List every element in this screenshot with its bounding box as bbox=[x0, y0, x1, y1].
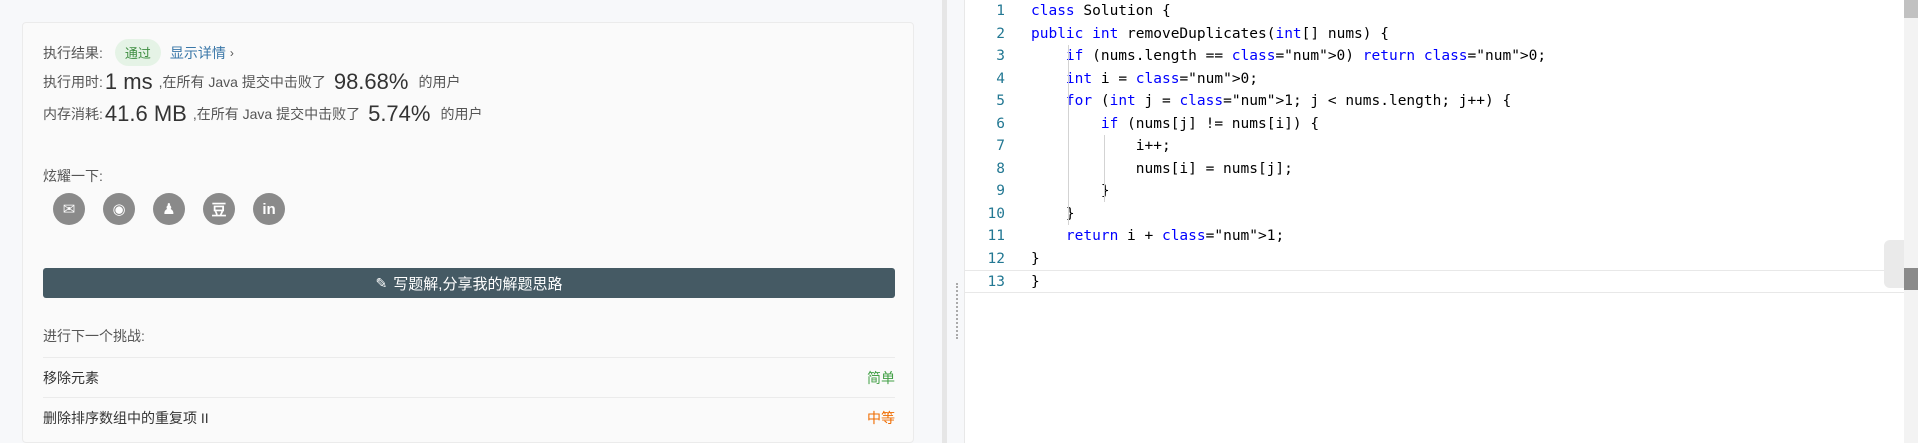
line-number: 2 bbox=[996, 25, 1005, 42]
indent-guide bbox=[1068, 45, 1069, 225]
line-number: 3 bbox=[996, 48, 1005, 64]
result-row: 执行结果: 通过 显示详情 › bbox=[43, 39, 234, 66]
write-solution-button[interactable]: ✎ 写题解,分享我的解题思路 bbox=[43, 268, 895, 298]
code-text: class Solution { bbox=[1031, 3, 1171, 19]
code-line: 4 int i = class="num">0; bbox=[965, 68, 1905, 91]
memory-percent: 5.74% bbox=[368, 101, 431, 126]
line-number: 4 bbox=[996, 70, 1005, 87]
code-text: public int removeDuplicates(int[] nums) … bbox=[1031, 25, 1389, 42]
code-text: } bbox=[1031, 250, 1040, 267]
code-line: 1 class Solution { bbox=[965, 0, 1905, 23]
code-text: if (nums.length == class="num">0) return… bbox=[1065, 48, 1547, 64]
line-number: 5 bbox=[996, 93, 1005, 109]
memory-value: 41.6 MB bbox=[104, 101, 187, 126]
challenge-name: 删除排序数组中的重复项 II bbox=[43, 409, 209, 426]
write-solution-label: 写题解,分享我的解题思路 bbox=[393, 275, 563, 293]
runtime-row: 执行用时: 1 ms ,在所有 Java 提交中击败了 98.68% 的用户 bbox=[43, 69, 460, 95]
code-text: return i + class="num">1; bbox=[1065, 228, 1285, 244]
code-text: for (int j = class="num">1; j < nums.len… bbox=[1065, 93, 1512, 109]
code-text: } bbox=[1031, 205, 1075, 222]
line-number: 1 bbox=[996, 3, 1005, 19]
memory-suffix: 的用户 bbox=[440, 106, 483, 122]
code-line: 8 nums[i] = nums[j]; bbox=[965, 158, 1905, 181]
weibo-icon[interactable]: ◉ bbox=[103, 193, 135, 225]
code-text: if (nums[j] != nums[i]) { bbox=[1100, 115, 1320, 132]
runtime-beat-text: ,在所有 Java 提交中击败了 bbox=[158, 74, 326, 90]
memory-label: 内存消耗: bbox=[43, 106, 103, 122]
status-badge: 通过 bbox=[114, 39, 161, 66]
linkedin-icon[interactable]: in bbox=[253, 193, 285, 225]
wechat-icon[interactable]: ✉ bbox=[53, 193, 85, 225]
next-challenge-title: 进行下一个挑战: bbox=[43, 328, 145, 344]
code-line: 12} bbox=[965, 248, 1905, 271]
memory-beat-text: ,在所有 Java 提交中击败了 bbox=[192, 106, 361, 122]
code-line: 3 if (nums.length == class="num">0) retu… bbox=[965, 45, 1905, 68]
share-row: 炫耀一下: bbox=[43, 166, 103, 186]
memory-row: 内存消耗: 41.6 MB ,在所有 Java 提交中击败了 5.74% 的用户 bbox=[43, 101, 482, 127]
code-text: } bbox=[1031, 183, 1110, 199]
code-text: } bbox=[1031, 274, 1040, 290]
code-text: nums[i] = nums[j]; bbox=[1031, 160, 1293, 177]
code-line: 9 } bbox=[965, 180, 1905, 203]
chevron-right-icon: › bbox=[229, 45, 234, 60]
share-icons: ✉ ◉ ♟ 豆 in bbox=[53, 193, 285, 225]
panel-splitter[interactable] bbox=[942, 0, 947, 443]
code-lines: 1 class Solution { 2 public int removeDupl… bbox=[965, 0, 1905, 293]
result-label: 执行结果: bbox=[43, 44, 103, 61]
code-text: i++; bbox=[1031, 138, 1171, 154]
splitter-handle-icon[interactable] bbox=[956, 283, 958, 339]
pencil-icon: ✎ bbox=[375, 274, 388, 291]
scrollbar-position-marker bbox=[1904, 268, 1918, 290]
line-number: 10 bbox=[987, 205, 1005, 222]
line-number: 13 bbox=[987, 274, 1005, 290]
challenge-item[interactable]: 删除排序数组中的重复项 II 中等 bbox=[43, 397, 895, 437]
douban-icon[interactable]: 豆 bbox=[203, 193, 235, 225]
line-number: 7 bbox=[996, 138, 1005, 154]
scrollbar-thumb[interactable] bbox=[1904, 0, 1918, 18]
qq-icon[interactable]: ♟ bbox=[153, 193, 185, 225]
challenge-item[interactable]: 移除元素 简单 bbox=[43, 357, 895, 397]
show-details-link[interactable]: 显示详情 › bbox=[170, 43, 234, 63]
submission-result-card: 执行结果: 通过 显示详情 › 执行用时: 1 ms ,在所有 Java 提交中… bbox=[22, 22, 914, 443]
code-line: 6 if (nums[j] != nums[i]) { bbox=[965, 113, 1905, 136]
code-line-current: 13} bbox=[965, 270, 1905, 293]
code-line: 11 return i + class="num">1; bbox=[965, 225, 1905, 248]
editor-scrollbar[interactable] bbox=[1904, 0, 1918, 443]
show-details-label: 显示详情 bbox=[169, 44, 226, 61]
difficulty-badge: 简单 bbox=[867, 369, 895, 386]
difficulty-badge: 中等 bbox=[867, 409, 895, 426]
indent-guide bbox=[1104, 135, 1105, 202]
code-editor[interactable]: 1 class Solution { 2 public int removeDupl… bbox=[964, 0, 1918, 443]
challenge-name: 移除元素 bbox=[43, 369, 99, 386]
runtime-percent: 98.68% bbox=[333, 69, 409, 94]
line-number: 8 bbox=[996, 160, 1005, 177]
line-number: 6 bbox=[996, 115, 1005, 132]
runtime-label: 执行用时: bbox=[43, 74, 103, 90]
code-line: 5 for (int j = class="num">1; j < nums.l… bbox=[965, 90, 1905, 113]
code-line: 2 public int removeDuplicates(int[] nums)… bbox=[965, 23, 1905, 46]
code-line: 7 i++; bbox=[965, 135, 1905, 158]
runtime-suffix: 的用户 bbox=[418, 74, 461, 90]
line-number: 11 bbox=[987, 228, 1005, 244]
result-panel: 执行结果: 通过 显示详情 › 执行用时: 1 ms ,在所有 Java 提交中… bbox=[0, 0, 942, 443]
line-number: 12 bbox=[987, 250, 1005, 267]
line-number: 9 bbox=[996, 183, 1005, 199]
code-line: 10 } bbox=[965, 203, 1905, 226]
runtime-value: 1 ms bbox=[104, 69, 153, 94]
side-panel-toggle[interactable] bbox=[1884, 240, 1904, 288]
code-text: int i = class="num">0; bbox=[1065, 70, 1259, 87]
share-label: 炫耀一下: bbox=[43, 168, 103, 184]
